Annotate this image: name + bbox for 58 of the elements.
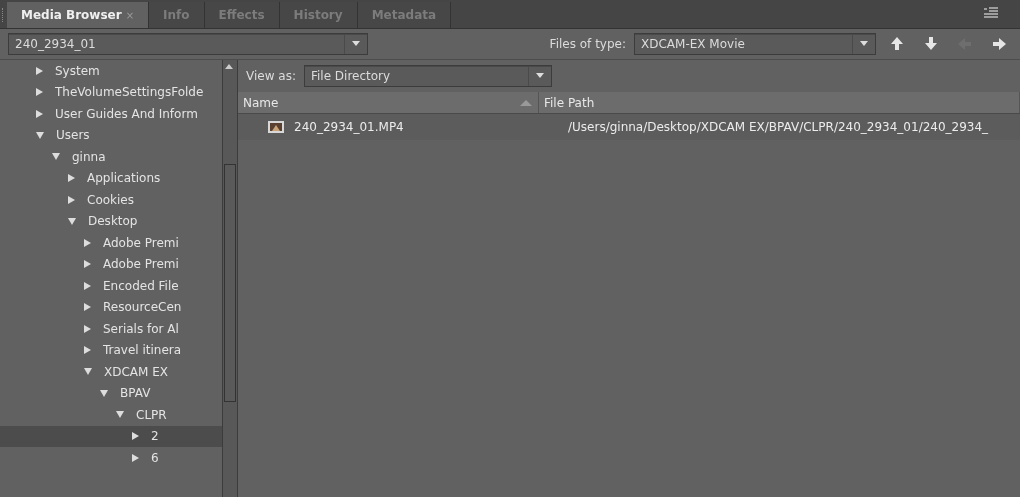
folder-tree-item[interactable]: BPAV (0, 382, 222, 404)
collapsed-arrow-icon[interactable] (84, 281, 91, 290)
view-as-dropdown[interactable]: File Directory (303, 65, 552, 87)
collapsed-arrow-icon[interactable] (36, 109, 43, 118)
folder-tree-item[interactable]: User Guides And Inform (0, 103, 222, 125)
folder-tree-item[interactable]: Serials for Al (0, 318, 222, 340)
file-path: /Users/ginna/Desktop/XDCAM EX/BPAV/CLPR/240_2934_01/240_2934_ (568, 120, 989, 134)
folder-tree-item[interactable]: Encoded File (0, 275, 222, 297)
collapsed-arrow-icon[interactable] (84, 303, 91, 312)
down-arrow-icon[interactable] (924, 37, 938, 51)
folder-tree-item[interactable]: Travel itinera (0, 339, 222, 361)
folder-tree-item[interactable]: Desktop (0, 210, 222, 232)
folder-tree-item[interactable]: ResourceCen (0, 296, 222, 318)
folder-tree-item[interactable]: Adobe Premi (0, 232, 222, 254)
sort-ascending-icon (520, 99, 532, 106)
expanded-arrow-icon[interactable] (36, 131, 44, 139)
folder-tree-item[interactable]: Applications (0, 167, 222, 189)
expanded-arrow-icon[interactable] (84, 368, 92, 376)
collapsed-arrow-icon[interactable] (132, 453, 139, 462)
files-of-type-label: Files of type: (549, 37, 626, 51)
column-header[interactable]: File Path (539, 92, 1020, 113)
collapsed-arrow-icon[interactable] (84, 324, 91, 333)
column-header[interactable]: Name (238, 92, 539, 113)
folder-tree-item[interactable]: 6 (0, 447, 222, 469)
file-name: 240_2934_01.MP4 (294, 120, 404, 134)
panel-tab[interactable]: Media Browser × (7, 2, 150, 28)
folder-tree-item[interactable]: XDCAM EX (0, 361, 222, 383)
collapsed-arrow-icon[interactable] (36, 66, 43, 75)
folder-tree-item[interactable]: 2 (0, 425, 222, 447)
scrollbar[interactable] (222, 60, 238, 497)
folder-tree-item[interactable]: ginna (0, 146, 222, 168)
collapsed-arrow-icon[interactable] (84, 238, 91, 247)
folder-tree-item[interactable]: Cookies (0, 189, 222, 211)
expanded-arrow-icon[interactable] (100, 389, 108, 397)
forward-arrow-icon[interactable] (992, 37, 1006, 51)
file-row[interactable]: 240_2934_01.MP4 /Users/ginna/Desktop/XDCAM EX/BPAV/CLPR/240_2934_01/240_2934_ (238, 114, 1020, 140)
up-arrow-icon[interactable] (890, 37, 904, 51)
folder-tree-item[interactable]: TheVolumeSettingsFolde (0, 81, 222, 103)
scrollbar-thumb[interactable] (224, 164, 236, 402)
folder-tree-item[interactable]: CLPR (0, 404, 222, 426)
folder-tree-item[interactable]: Adobe Premi (0, 253, 222, 275)
scroll-up-icon[interactable] (223, 62, 235, 70)
folder-tree-item[interactable]: System (0, 60, 222, 82)
folder-tree-item[interactable]: Users (0, 124, 222, 146)
expanded-arrow-icon[interactable] (68, 217, 76, 225)
expanded-arrow-icon[interactable] (116, 411, 124, 419)
location-dropdown[interactable]: 240_2934_01 (8, 33, 368, 55)
collapsed-arrow-icon[interactable] (84, 260, 91, 269)
collapsed-arrow-icon[interactable] (132, 432, 139, 441)
video-file-icon (268, 121, 284, 133)
collapsed-arrow-icon[interactable] (68, 174, 75, 183)
file-type-dropdown[interactable]: XDCAM-EX Movie (634, 33, 876, 55)
collapsed-arrow-icon[interactable] (68, 195, 75, 204)
collapsed-arrow-icon[interactable] (36, 88, 43, 97)
panel-menu-icon[interactable] (984, 7, 998, 19)
expanded-arrow-icon[interactable] (52, 153, 60, 161)
view-as-label: View as: (246, 69, 296, 83)
collapsed-arrow-icon[interactable] (84, 346, 91, 355)
